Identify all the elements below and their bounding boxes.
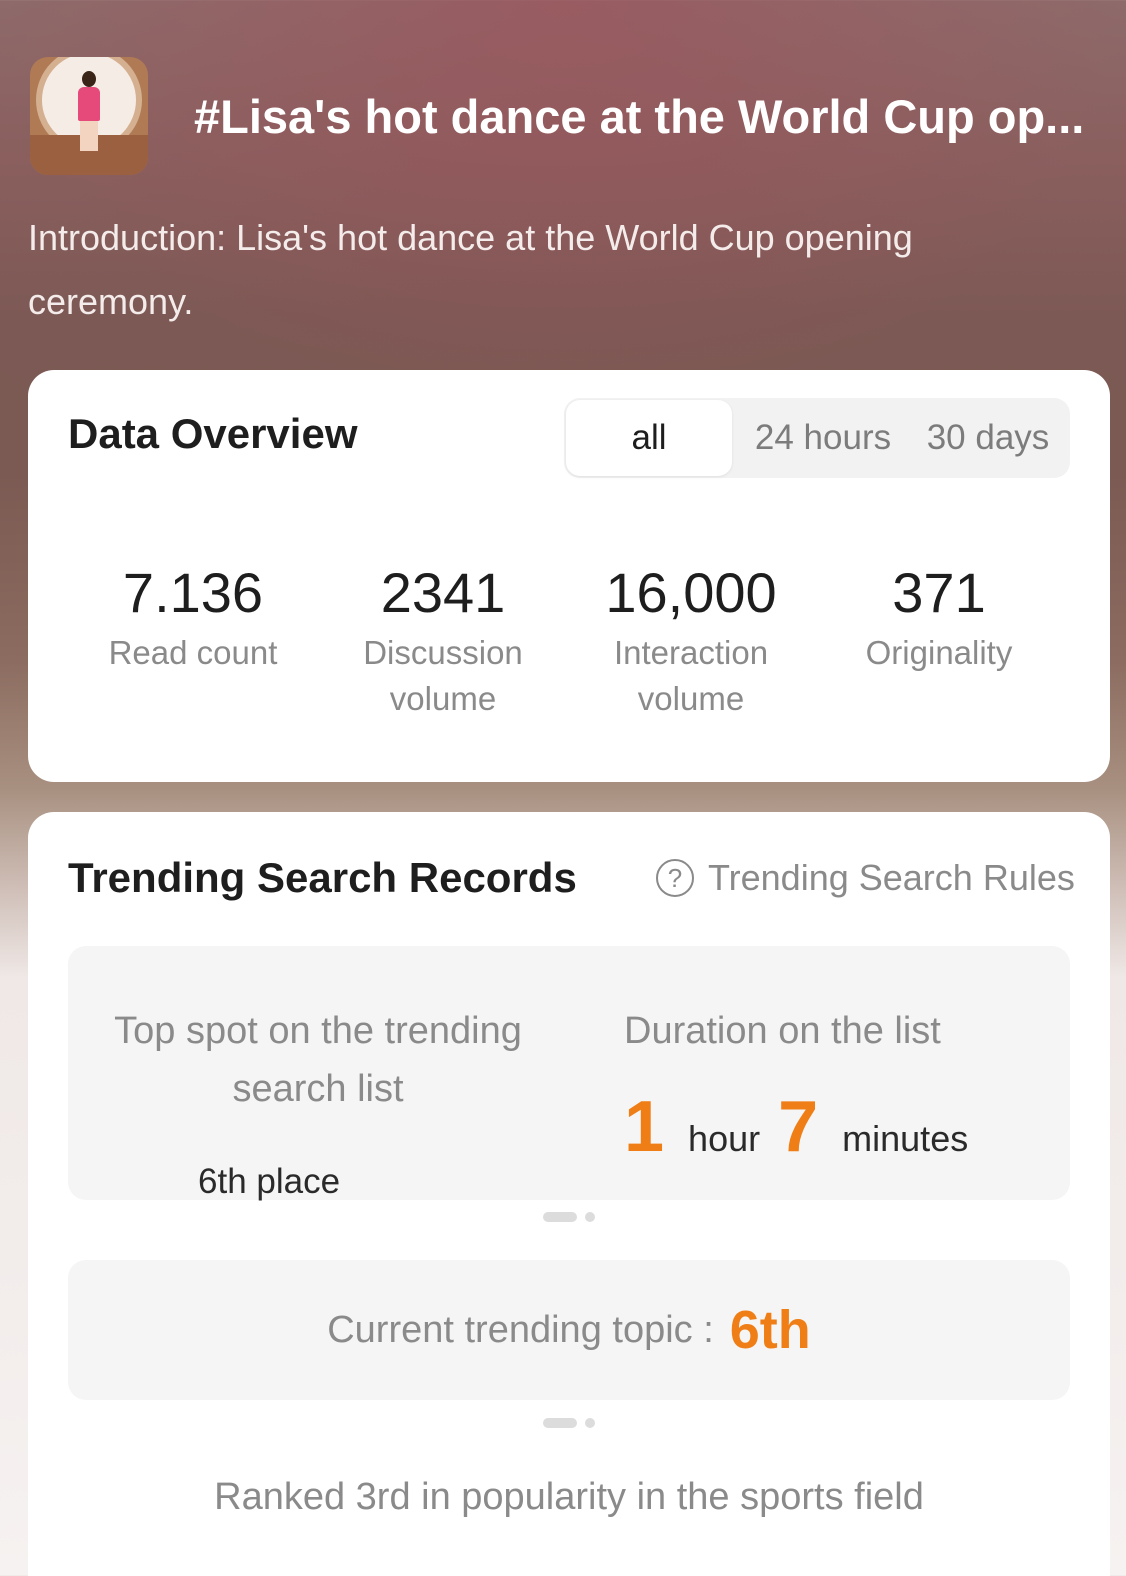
duration-label: Duration on the list (624, 1010, 941, 1052)
top-spot-label: Top spot on the trending search list (114, 1010, 522, 1110)
trending-record-panel[interactable]: Top spot on the trending search list 6th… (68, 946, 1070, 1201)
data-overview-title: Data Overview (68, 410, 358, 457)
data-overview-card: Data Overview all 24 hours 30 days 7.136… (28, 370, 1110, 782)
trending-search-title: Trending Search Records (68, 854, 577, 901)
stat-read-count: 7.136 Read count (78, 560, 308, 676)
stat-value: 16,000 (605, 561, 777, 624)
indicator-dot (585, 1418, 595, 1428)
topic-introduction: Introduction: Lisa's hot dance at the Wo… (28, 217, 913, 322)
topic-title: #Lisa's hot dance at the World Cup op... (194, 89, 1085, 143)
hour-unit: hour (688, 1118, 761, 1159)
top-spot-value: 6th place (198, 1162, 341, 1201)
carousel-indicator (28, 1212, 1110, 1224)
topic-header: #Lisa's hot dance at the World Cup op... (30, 56, 1110, 176)
stat-label: Discussion volume (363, 634, 523, 717)
indicator-active (543, 1418, 577, 1428)
stat-label: Read count (108, 634, 278, 671)
current-trending-value: 6th (729, 1300, 811, 1360)
time-range-selector: all 24 hours 30 days (564, 398, 1070, 478)
stat-label: Interaction volume (613, 634, 769, 717)
stat-originality: 371 Originality (824, 560, 1054, 676)
stat-interaction-volume: 16,000 Interaction volume (576, 560, 806, 722)
duration-hours: 1 (624, 1087, 665, 1167)
rules-label: Trending Search Rules (708, 857, 1075, 898)
current-trending-label: Current trending topic : (327, 1308, 714, 1351)
current-trending-panel[interactable]: Current trending topic : 6th (68, 1260, 1070, 1400)
duration-value: 1 hour 7 minutes (624, 1086, 986, 1168)
sports-rank-text: Ranked 3rd in popularity in the sports f… (214, 1476, 924, 1518)
indicator-active (543, 1212, 577, 1222)
duration-minutes: 7 (778, 1087, 819, 1167)
tab-all[interactable]: all (566, 400, 732, 476)
question-circle-icon: ? (656, 859, 694, 897)
carousel-indicator-2 (28, 1418, 1110, 1430)
tab-24-hours[interactable]: 24 hours (740, 398, 906, 478)
avatar-figure (76, 71, 102, 151)
trending-search-rules-link[interactable]: ? Trending Search Rules (656, 856, 1075, 900)
trending-search-card: Trending Search Records ? Trending Searc… (28, 812, 1110, 1576)
stat-discussion-volume: 2341 Discussion volume (328, 560, 558, 722)
tab-30-days[interactable]: 30 days (906, 398, 1070, 478)
stat-label: Originality (865, 634, 1013, 671)
stat-value: 2341 (380, 561, 506, 624)
minute-unit: minutes (842, 1118, 969, 1159)
indicator-dot (585, 1212, 595, 1222)
topic-avatar[interactable] (30, 57, 148, 175)
stat-value: 371 (892, 561, 986, 624)
stat-value: 7.136 (122, 561, 264, 624)
